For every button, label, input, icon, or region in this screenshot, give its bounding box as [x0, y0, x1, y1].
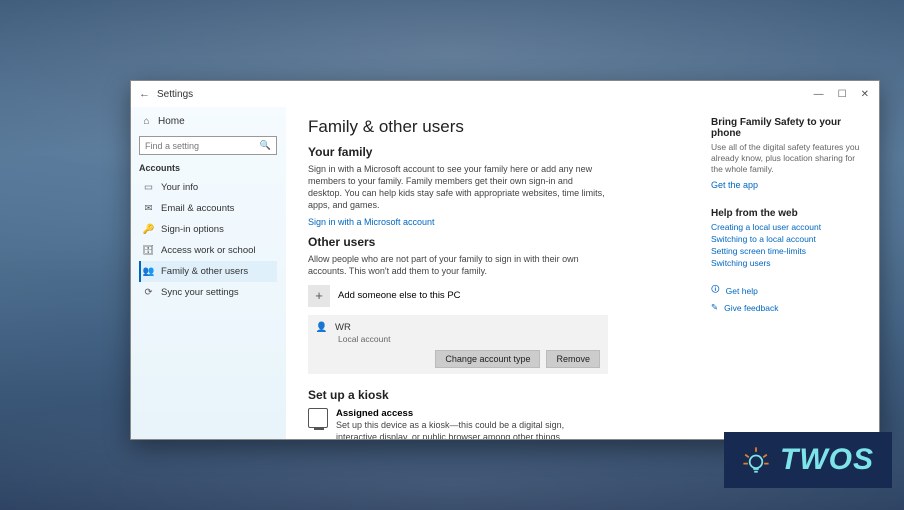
remove-user-button[interactable]: Remove: [546, 350, 600, 368]
search-placeholder: Find a setting: [145, 141, 199, 151]
watermark-text: TWOS: [780, 443, 874, 477]
your-family-body: Sign in with a Microsoft account to see …: [308, 163, 608, 212]
plus-icon: +: [308, 285, 330, 307]
bulb-icon: [738, 442, 774, 478]
user-account-type: Local account: [338, 334, 600, 344]
kiosk-item-body: Set up this device as a kiosk—this could…: [336, 419, 596, 439]
kiosk-icon: [308, 408, 328, 428]
sidebar-item-family-users[interactable]: 👥 Family & other users: [139, 261, 277, 282]
sidebar-item-work-school[interactable]: 🗄 Access work or school: [139, 240, 277, 261]
sidebar-item-sync[interactable]: ⟳ Sync your settings: [139, 282, 277, 303]
give-feedback-link[interactable]: ✎ Give feedback: [711, 302, 861, 313]
page-title: Family & other users: [308, 117, 693, 137]
sidebar: ⌂ Home Find a setting 🔍 Accounts ▭ Your …: [131, 107, 286, 439]
sync-icon: ⟳: [143, 287, 154, 298]
main-content: Family & other users Your family Sign in…: [286, 107, 711, 439]
mail-icon: ✉: [143, 203, 154, 214]
get-app-link[interactable]: Get the app: [711, 180, 861, 190]
web-link-time-limits[interactable]: Setting screen time-limits: [711, 246, 861, 256]
home-nav[interactable]: ⌂ Home: [139, 113, 277, 133]
web-link-switch-local[interactable]: Switching to a local account: [711, 234, 861, 244]
sidebar-section-label: Accounts: [139, 163, 277, 173]
feedback-label: Give feedback: [724, 303, 778, 313]
other-users-heading: Other users: [308, 235, 693, 249]
sidebar-item-label: Email & accounts: [161, 203, 234, 214]
home-icon: ⌂: [141, 116, 152, 127]
kiosk-item-title: Assigned access: [336, 408, 596, 419]
back-button[interactable]: ←: [139, 88, 157, 100]
minimize-button[interactable]: —: [814, 89, 824, 100]
add-user-row[interactable]: + Add someone else to this PC: [308, 285, 693, 307]
family-icon: 👥: [143, 266, 154, 277]
sidebar-item-label: Sign-in options: [161, 224, 224, 235]
promo-title: Bring Family Safety to your phone: [711, 117, 861, 139]
person-icon: 👤: [316, 322, 327, 333]
sidebar-item-label: Access work or school: [161, 245, 256, 256]
close-button[interactable]: ✕: [861, 89, 869, 100]
right-pane: Bring Family Safety to your phone Use al…: [711, 107, 879, 439]
web-help-title: Help from the web: [711, 208, 861, 219]
window-title: Settings: [157, 89, 814, 100]
promo-body: Use all of the digital safety features y…: [711, 142, 861, 175]
change-account-type-button[interactable]: Change account type: [435, 350, 540, 368]
sidebar-item-your-info[interactable]: ▭ Your info: [139, 177, 277, 198]
settings-window: ← Settings — ☐ ✕ ⌂ Home Find a setting 🔍…: [130, 80, 880, 440]
maximize-button[interactable]: ☐: [838, 89, 847, 100]
key-icon: 🔑: [143, 224, 154, 235]
web-link-create-local[interactable]: Creating a local user account: [711, 222, 861, 232]
your-family-heading: Your family: [308, 145, 693, 159]
watermark-badge: TWOS: [724, 432, 892, 488]
sidebar-item-label: Your info: [161, 182, 198, 193]
sidebar-item-label: Family & other users: [161, 266, 248, 277]
sidebar-item-email-accounts[interactable]: ✉ Email & accounts: [139, 198, 277, 219]
titlebar: ← Settings — ☐ ✕: [131, 81, 879, 107]
signin-ms-account-link[interactable]: Sign in with a Microsoft account: [308, 217, 693, 227]
web-link-switching-users[interactable]: Switching users: [711, 258, 861, 268]
other-users-body: Allow people who are not part of your fa…: [308, 253, 608, 277]
person-card-icon: ▭: [143, 182, 154, 193]
user-card[interactable]: 👤 WR Local account Change account type R…: [308, 315, 608, 374]
sidebar-item-label: Sync your settings: [161, 287, 239, 298]
briefcase-icon: 🗄: [143, 245, 154, 256]
sidebar-item-signin-options[interactable]: 🔑 Sign-in options: [139, 219, 277, 240]
get-help-label: Get help: [726, 286, 758, 296]
search-input[interactable]: Find a setting 🔍: [139, 136, 277, 155]
home-label: Home: [158, 116, 185, 127]
search-icon: 🔍: [260, 140, 271, 151]
kiosk-heading: Set up a kiosk: [308, 388, 693, 402]
feedback-icon: ✎: [711, 302, 718, 313]
add-user-label: Add someone else to this PC: [338, 290, 461, 301]
kiosk-row[interactable]: Assigned access Set up this device as a …: [308, 408, 693, 439]
get-help-link[interactable]: 🛈 Get help: [711, 284, 861, 298]
help-icon: 🛈: [711, 284, 720, 298]
user-name: WR: [335, 322, 351, 333]
